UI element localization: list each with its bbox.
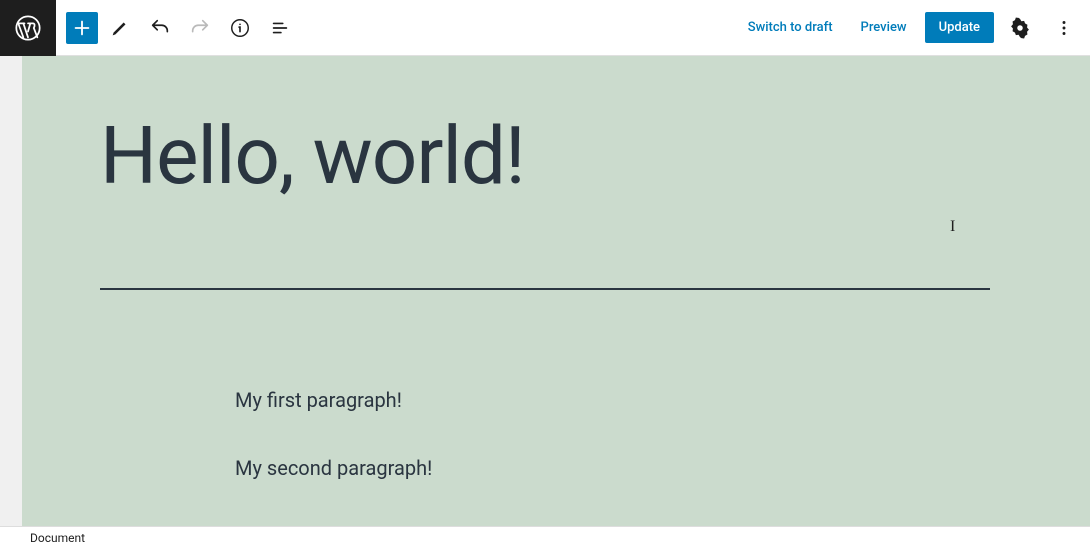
update-button[interactable]: Update — [925, 12, 994, 43]
breadcrumb-document[interactable]: Document — [30, 531, 85, 545]
plus-icon — [71, 17, 93, 39]
info-icon — [229, 17, 251, 39]
settings-button[interactable] — [1002, 10, 1038, 46]
toolbar-right-group: Switch to draft Preview Update — [738, 10, 1082, 46]
edit-mode-button[interactable] — [102, 10, 138, 46]
wordpress-logo[interactable] — [0, 0, 56, 56]
preview-button[interactable]: Preview — [851, 14, 917, 41]
list-outline-icon — [269, 17, 291, 39]
add-block-button[interactable] — [66, 12, 98, 44]
pencil-icon — [109, 17, 131, 39]
toolbar-left-group — [56, 10, 298, 46]
redo-button[interactable] — [182, 10, 218, 46]
block-breadcrumb-bar: Document — [0, 526, 1090, 548]
redo-icon — [189, 17, 211, 39]
switch-to-draft-button[interactable]: Switch to draft — [738, 14, 843, 41]
more-options-button[interactable] — [1046, 10, 1082, 46]
post-title[interactable]: Hello, world! — [100, 112, 990, 200]
outline-button[interactable] — [262, 10, 298, 46]
cover-block[interactable]: Hello, world! My first paragraph! My sec… — [100, 112, 990, 482]
gear-icon — [1009, 17, 1031, 39]
editor-canvas[interactable]: Hello, world! My first paragraph! My sec… — [0, 56, 1090, 526]
details-button[interactable] — [222, 10, 258, 46]
scrollbar-track[interactable] — [0, 56, 22, 526]
post-content: My first paragraph! My second paragraph! — [235, 290, 855, 482]
more-vertical-icon — [1053, 17, 1075, 39]
wordpress-icon — [14, 14, 42, 42]
paragraph-block[interactable]: My second paragraph! — [235, 454, 855, 482]
undo-button[interactable] — [142, 10, 178, 46]
undo-icon — [149, 17, 171, 39]
editor-toolbar: Switch to draft Preview Update — [0, 0, 1090, 56]
paragraph-block[interactable]: My first paragraph! — [235, 386, 855, 414]
